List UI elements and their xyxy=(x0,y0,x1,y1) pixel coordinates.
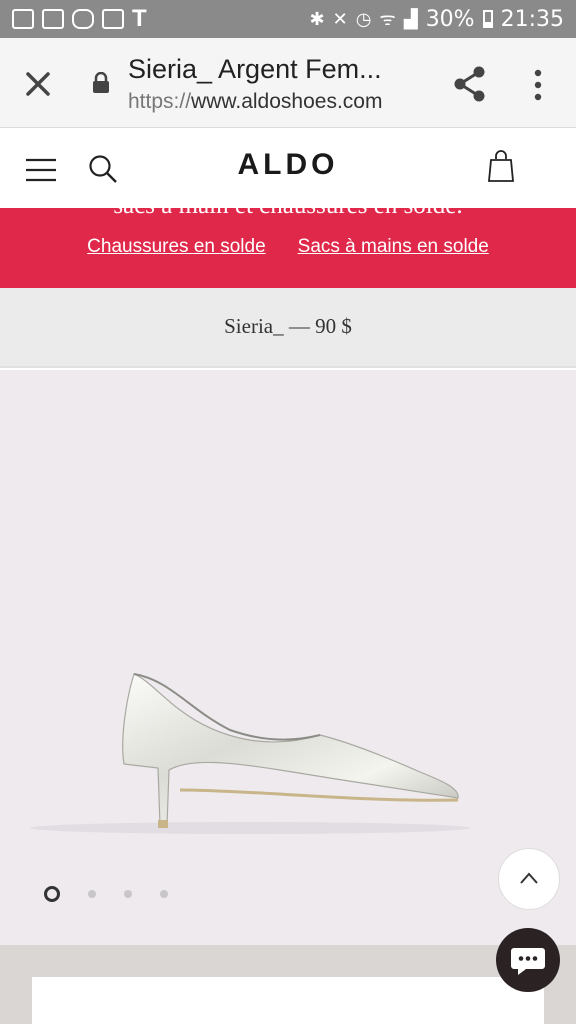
site-header: ALDO xyxy=(0,128,576,208)
battery-icon xyxy=(482,10,493,28)
promo-text: sacs à main et chaussures en solde. xyxy=(0,208,576,220)
handbags-on-sale-link[interactable]: Sacs à mains en solde xyxy=(298,236,489,258)
url-host: www.aldoshoes.com xyxy=(191,90,383,113)
shopping-bag-icon[interactable] xyxy=(488,150,514,182)
wifi-icon: ᯤ xyxy=(379,9,396,30)
chat-bubble-icon xyxy=(511,948,545,975)
gallery-pagination xyxy=(44,886,168,902)
message-notification-icon xyxy=(72,9,94,29)
t-app-icon: T xyxy=(132,5,147,32)
share-icon[interactable] xyxy=(452,64,488,104)
gallery-notification-icon xyxy=(12,9,34,29)
gallery-dot[interactable] xyxy=(160,890,168,898)
battery-percent: 30% xyxy=(425,6,475,32)
url-text[interactable]: https://www.aldoshoes.com xyxy=(128,90,382,114)
gallery-dot[interactable] xyxy=(88,890,96,898)
lock-icon xyxy=(93,72,109,93)
lower-content xyxy=(0,945,576,1024)
alarm-icon: ◷ xyxy=(355,8,372,30)
url-scheme: https:// xyxy=(128,90,192,113)
scroll-to-top-button[interactable] xyxy=(498,848,560,910)
gallery-dot[interactable] xyxy=(124,890,132,898)
product-title-price: Sieria_ — 90 $ xyxy=(0,288,576,368)
product-image-gallery[interactable] xyxy=(0,370,576,945)
close-tab-icon[interactable] xyxy=(22,68,54,100)
status-bar: T ✱ ✕ ◷ ᯤ ▟ 30% 21:35 xyxy=(0,0,576,38)
promo-banner: sacs à main et chaussures en solde. Chau… xyxy=(0,208,576,288)
shoes-on-sale-link[interactable]: Chaussures en solde xyxy=(87,236,266,258)
browser-toolbar: Sieria_ Argent Fem... https://www.aldosh… xyxy=(0,38,576,128)
signal-icon: ▟ xyxy=(403,8,418,30)
product-image-silver-pump xyxy=(30,673,470,834)
chat-button[interactable] xyxy=(496,928,560,992)
bluetooth-icon: ✱ xyxy=(309,8,325,30)
screenshot-notification-icon xyxy=(102,9,124,29)
more-options-icon[interactable] xyxy=(530,68,546,102)
gallery-dot-active[interactable] xyxy=(44,886,60,902)
gmail-notification-icon xyxy=(42,9,64,29)
mute-icon: ✕ xyxy=(332,8,348,30)
page-title[interactable]: Sieria_ Argent Fem... xyxy=(128,54,382,85)
content-card xyxy=(32,977,544,1024)
chevron-up-icon xyxy=(520,872,538,884)
clock: 21:35 xyxy=(500,6,564,32)
